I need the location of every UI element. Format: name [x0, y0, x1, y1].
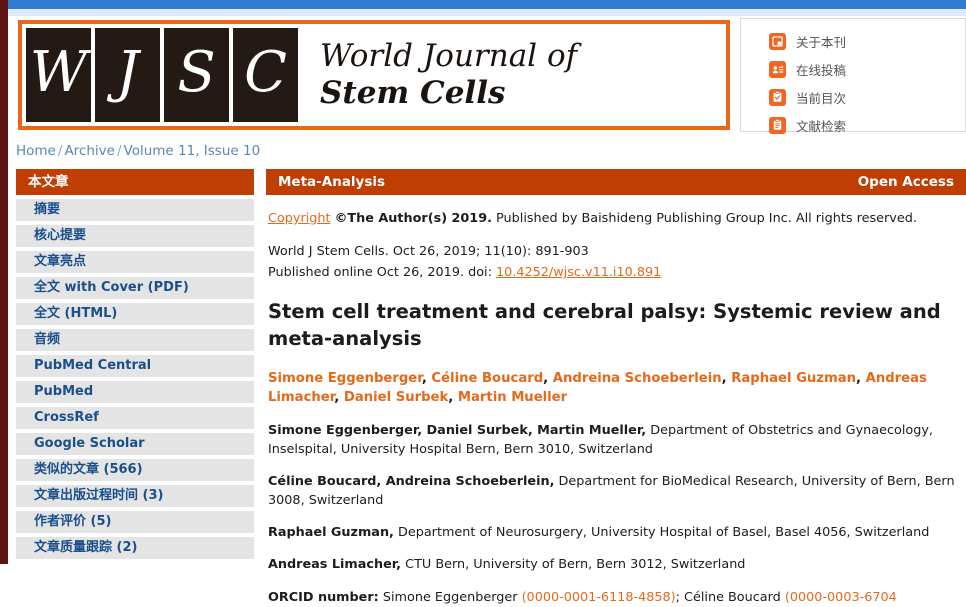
sidebar-item-fulltext-pdf[interactable]: 全文 with Cover (PDF) [16, 277, 254, 299]
affiliation-4: Andreas Limacher, CTU Bern, University o… [268, 555, 964, 574]
affiliation-4-text: CTU Bern, University of Bern, Bern 3012,… [401, 557, 746, 573]
left-edge-strip [0, 0, 8, 564]
sidebar-item-abstract[interactable]: 摘要 [16, 199, 254, 221]
page-title: Stem cell treatment and cerebral palsy: … [268, 300, 941, 351]
sidebar-item-publication-process[interactable]: 文章出版过程时间 (3) [16, 485, 254, 507]
header-nav-box: 关于本刊 在线投稿 当前目次 文献检索 [740, 18, 966, 134]
nav-item-current-issue[interactable]: 当前目次 [769, 83, 965, 111]
literature-search-icon [769, 116, 786, 134]
sidebar-item-highlights[interactable]: 文章亮点 [16, 251, 254, 273]
logo-letter-w: W [26, 28, 91, 122]
affiliation-3: Raphael Guzman, Department of Neurosurge… [268, 523, 964, 542]
logo-letter-j: J [95, 28, 160, 122]
copyright-link[interactable]: Copyright [268, 211, 331, 226]
orcid-name-1: Simone Eggenberger [378, 589, 522, 605]
citation-line: World J Stem Cells. Oct 26, 2019; 11(10)… [268, 244, 589, 260]
top-accent-bar-light [8, 9, 966, 16]
sidebar-item-audio[interactable]: 音频 [16, 329, 254, 351]
affiliation-1: Simone Eggenberger, Daniel Surbek, Marti… [268, 421, 964, 459]
nav-item-about-journal[interactable]: 关于本刊 [769, 27, 965, 55]
breadcrumb-item-home[interactable]: Home [16, 143, 56, 159]
sidebar-header: 本文章 [16, 169, 254, 195]
nav-label-online-submission: 在线投稿 [796, 62, 847, 78]
published-online-prefix: Published online Oct 26, 2019. doi: [268, 265, 496, 281]
published-online-line: Published online Oct 26, 2019. doi: 10.4… [268, 262, 964, 283]
copyright-line: Copyright ©The Author(s) 2019. Published… [268, 209, 964, 228]
open-access-badge: Open Access [857, 174, 954, 190]
sidebar-item-similar-articles[interactable]: 类似的文章 (566) [16, 459, 254, 481]
orcid-id-1[interactable]: (0000-0001-6118-4858) [522, 590, 676, 605]
sidebar-list: 摘要 核心提要 文章亮点 全文 with Cover (PDF) 全文 (HTM… [16, 199, 254, 559]
orcid-label: ORCID number: [268, 589, 379, 605]
nav-item-literature-search[interactable]: 文献检索 [769, 111, 965, 139]
affiliation-1-names: Simone Eggenberger, Daniel Surbek, Marti… [268, 422, 647, 438]
orcid-line: ORCID number: Simone Eggenberger (0000-0… [268, 588, 964, 607]
top-accent-bar [8, 0, 966, 9]
sidebar-item-google-scholar[interactable]: Google Scholar [16, 433, 254, 455]
journal-title: World Journal of Stem Cells [298, 24, 726, 126]
nav-label-current-issue: 当前目次 [796, 90, 847, 106]
copyright-holder: ©The Author(s) 2019. [334, 211, 492, 226]
affiliation-3-names: Raphael Guzman, [268, 525, 394, 541]
sidebar-item-fulltext-html[interactable]: 全文 (HTML) [16, 303, 254, 325]
affiliation-2: Céline Boucard, Andreina Schoeberlein, D… [268, 472, 964, 510]
masthead: W J S C World Journal of Stem Cells 关于本刊 [8, 16, 966, 134]
author-list: Simone Eggenberger, Céline Boucard, Andr… [268, 371, 927, 406]
orcid-id-2[interactable]: (0000-0003-6704 [785, 590, 897, 605]
author-link-4[interactable]: Raphael Guzman [731, 371, 856, 386]
orcid-name-2: ; Céline Boucard [675, 589, 785, 605]
doi-link[interactable]: 10.4252/wjsc.v11.i10.891 [496, 265, 661, 280]
sidebar-item-crossref[interactable]: CrossRef [16, 407, 254, 429]
journal-title-line1: World Journal of [320, 38, 578, 75]
author-link-6[interactable]: Daniel Surbek [344, 390, 448, 405]
article-meta-block: Copyright ©The Author(s) 2019. Published… [266, 195, 966, 607]
nav-label-literature-search: 文献检索 [796, 118, 847, 134]
affiliation-3-text: Department of Neurosurgery, University H… [393, 525, 930, 541]
article-type-label: Meta-Analysis [278, 174, 386, 190]
breadcrumb-separator-1: / [57, 143, 63, 159]
logo-letter-c: C [233, 28, 298, 122]
author-link-2[interactable]: Céline Boucard [431, 371, 543, 386]
journal-logo[interactable]: W J S C World Journal of Stem Cells [18, 20, 730, 130]
online-submission-icon [769, 60, 786, 78]
breadcrumb-item-archive[interactable]: Archive [64, 143, 115, 159]
breadcrumb-separator-2: / [116, 143, 122, 159]
main-content: Meta-Analysis Open Access Copyright ©The… [266, 169, 966, 607]
logo-letter-s: S [164, 28, 229, 122]
article-type-bar: Meta-Analysis Open Access [266, 169, 966, 195]
copyright-rest: Published by Baishideng Publishing Group… [491, 211, 917, 226]
sidebar: 本文章 摘要 核心提要 文章亮点 全文 with Cover (PDF) 全文 … [16, 169, 254, 563]
sidebar-item-pubmed[interactable]: PubMed [16, 381, 254, 403]
sidebar-item-pubmed-central[interactable]: PubMed Central [16, 355, 254, 377]
author-link-3[interactable]: Andreina Schoeberlein [553, 371, 722, 386]
breadcrumb-item-volume-issue[interactable]: Volume 11, Issue 10 [124, 143, 261, 159]
journal-title-line2: Stem Cells [320, 75, 506, 111]
affiliation-2-names: Céline Boucard, Andreina Schoeberlein, [268, 473, 555, 489]
author-link-1[interactable]: Simone Eggenberger [268, 371, 422, 386]
about-journal-icon [769, 32, 786, 50]
sidebar-item-author-evaluation[interactable]: 作者评价 (5) [16, 511, 254, 533]
sidebar-item-quality-tracking[interactable]: 文章质量跟踪 (2) [16, 537, 254, 559]
author-link-7[interactable]: Martin Mueller [458, 390, 567, 405]
sidebar-item-core-tip[interactable]: 核心提要 [16, 225, 254, 247]
nav-item-online-submission[interactable]: 在线投稿 [769, 55, 965, 83]
current-issue-icon [769, 88, 786, 106]
affiliation-4-names: Andreas Limacher, [268, 557, 402, 573]
breadcrumb: Home / Archive / Volume 11, Issue 10 [16, 143, 260, 159]
nav-label-about-journal: 关于本刊 [796, 34, 847, 50]
